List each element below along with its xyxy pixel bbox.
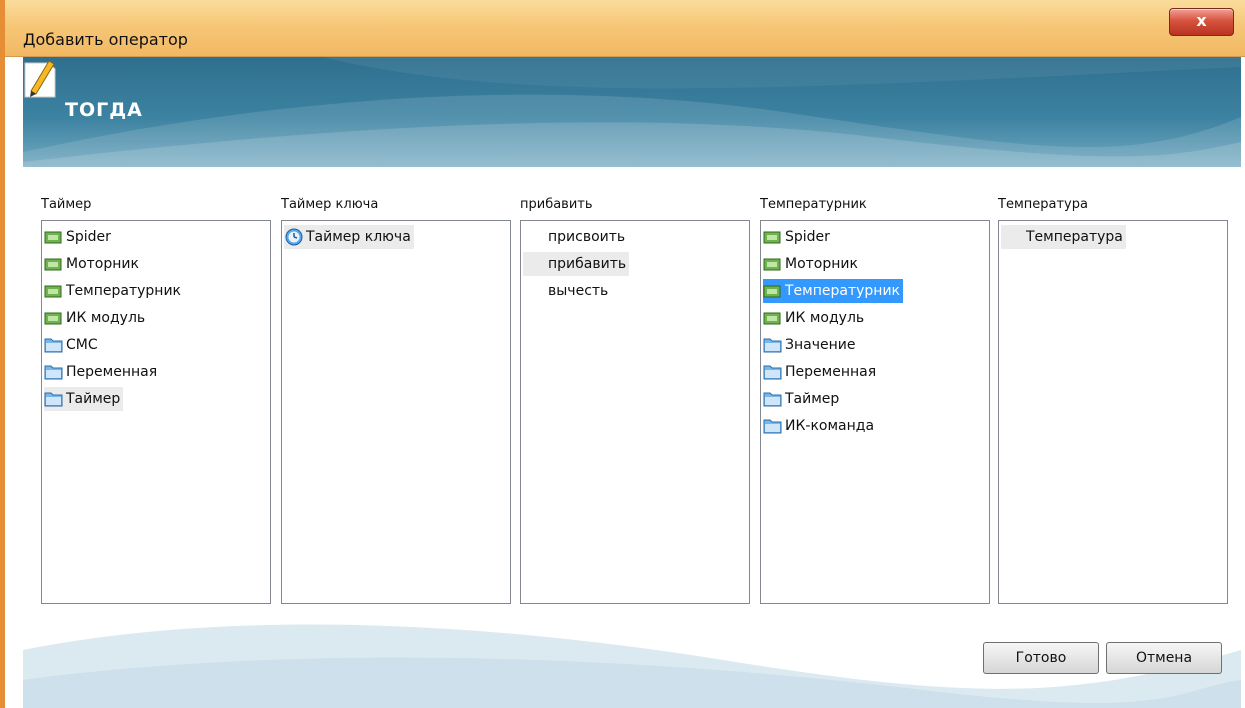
column-label-temperature: Температура: [998, 197, 1088, 212]
list-item[interactable]: ИК-команда: [763, 414, 877, 438]
list-item-selected[interactable]: Таймер: [44, 387, 124, 411]
column-label-operation: прибавить: [520, 197, 593, 212]
close-button[interactable]: x: [1169, 8, 1234, 36]
window-title: Добавить оператор: [23, 30, 188, 49]
listbox-timer[interactable]: Spider Моторник Температурник ИК модуль …: [41, 220, 271, 604]
list-item-selected[interactable]: Температура: [1001, 225, 1126, 249]
list-item[interactable]: присвоить: [523, 225, 628, 249]
column-label-temp-device: Температурник: [760, 197, 867, 212]
close-icon: x: [1196, 11, 1207, 30]
folder-icon: [763, 363, 783, 381]
listbox-key-timer[interactable]: Таймер ключа: [281, 220, 511, 604]
folder-icon: [44, 363, 64, 381]
device-icon: [763, 282, 783, 300]
list-item[interactable]: вычесть: [523, 279, 611, 303]
listbox-temp-device[interactable]: Spider Моторник Температурник ИК модуль …: [760, 220, 990, 604]
list-item[interactable]: Spider: [763, 225, 833, 249]
device-icon: [44, 255, 64, 273]
list-item[interactable]: Переменная: [44, 360, 160, 384]
device-icon: [763, 309, 783, 327]
listbox-operation[interactable]: присвоить прибавить вычесть: [520, 220, 750, 604]
list-item-selected[interactable]: прибавить: [523, 252, 630, 276]
device-icon: [44, 282, 64, 300]
list-item[interactable]: Значение: [763, 333, 858, 357]
list-item[interactable]: Моторник: [44, 252, 142, 276]
list-item[interactable]: СМС: [44, 333, 101, 357]
folder-icon: [44, 390, 64, 408]
clock-icon: [284, 228, 304, 246]
list-item-selected[interactable]: Температурник: [763, 279, 903, 303]
device-icon: [44, 309, 64, 327]
folder-icon: [763, 336, 783, 354]
edit-note-icon: [24, 60, 56, 98]
device-icon: [44, 228, 64, 246]
cancel-button[interactable]: Отмена: [1106, 642, 1222, 674]
folder-icon: [44, 336, 64, 354]
folder-icon: [763, 417, 783, 435]
ok-button[interactable]: Готово: [983, 642, 1099, 674]
list-item[interactable]: Spider: [44, 225, 114, 249]
list-item[interactable]: ИК модуль: [44, 306, 148, 330]
header-banner: ТОГДА: [23, 57, 1241, 167]
list-item[interactable]: Переменная: [763, 360, 879, 384]
device-icon: [763, 255, 783, 273]
add-operator-dialog: Добавить оператор x ТОГДА Таймер Spider …: [0, 0, 1245, 708]
device-icon: [763, 228, 783, 246]
banner-wave-decoration: [23, 57, 1241, 167]
column-label-key-timer: Таймер ключа: [281, 197, 379, 212]
banner-title: ТОГДА: [65, 99, 143, 121]
list-item[interactable]: ИК модуль: [763, 306, 867, 330]
list-item[interactable]: Таймер: [763, 387, 842, 411]
list-item[interactable]: Моторник: [763, 252, 861, 276]
list-item[interactable]: Температурник: [44, 279, 184, 303]
listbox-temperature[interactable]: Температура: [998, 220, 1228, 604]
title-bar: Добавить оператор x: [0, 0, 1245, 708]
folder-icon: [763, 390, 783, 408]
list-item-selected[interactable]: Таймер ключа: [284, 225, 414, 249]
column-label-timer: Таймер: [41, 197, 92, 212]
